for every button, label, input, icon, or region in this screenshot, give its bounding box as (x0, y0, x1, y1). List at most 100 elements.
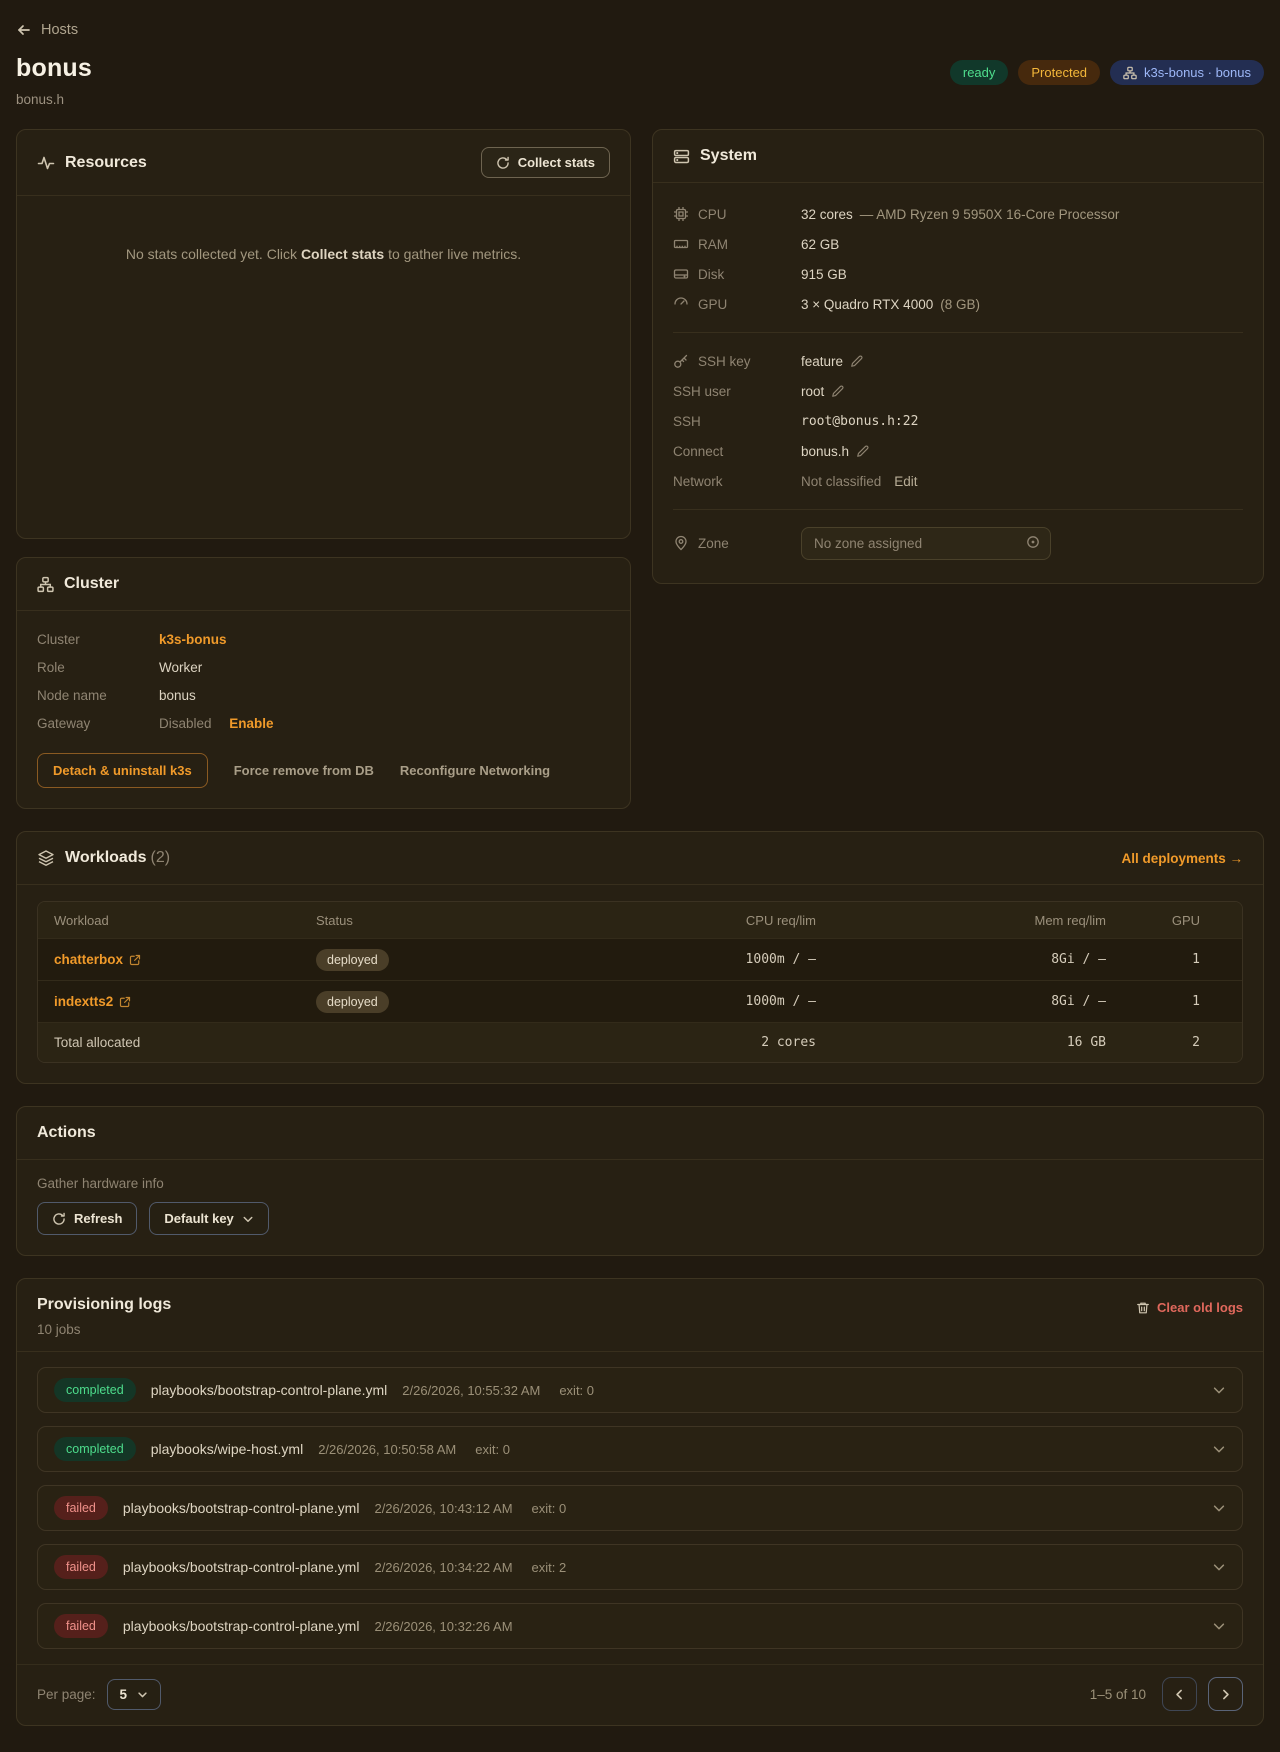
ssh-value: root@bonus.h:22 (801, 413, 919, 429)
log-entry[interactable]: failed playbooks/bootstrap-control-plane… (37, 1544, 1243, 1590)
network-label: Network (673, 473, 723, 489)
status-badges: ready Protected k3s-bonus · bonus (949, 60, 1264, 85)
page-title: bonus (16, 54, 92, 82)
layers-icon (37, 849, 55, 867)
all-deployments-link[interactable]: All deployments → (1121, 851, 1243, 866)
gateway-enable-link[interactable]: Enable (229, 716, 273, 731)
cluster-title: Cluster (64, 575, 120, 592)
refresh-icon (52, 1212, 66, 1226)
log-list: completed playbooks/bootstrap-control-pl… (37, 1367, 1243, 1649)
cluster-panel: Cluster Cluster k3s-bonus Role Worker No… (16, 557, 631, 809)
ram-value: 62 GB (801, 236, 840, 252)
workload-link[interactable]: indextts2 (54, 994, 131, 1009)
ready-badge: ready (949, 60, 1009, 85)
status-badge: deployed (316, 990, 389, 1013)
ssh-user-label: SSH user (673, 383, 731, 399)
gateway-status: Disabled (159, 715, 212, 731)
disk-label: Disk (698, 266, 725, 282)
back-to-hosts-link[interactable]: Hosts (16, 22, 78, 38)
back-label: Hosts (41, 22, 79, 38)
log-entry[interactable]: failed playbooks/bootstrap-control-plane… (37, 1485, 1243, 1531)
provisioning-logs-panel: Provisioning logs 10 jobs Clear old logs… (16, 1278, 1264, 1726)
actions-panel: Actions Gather hardware info Refresh Def… (16, 1106, 1264, 1256)
connect-label: Connect (673, 443, 724, 459)
cluster-row-label: Cluster (37, 631, 80, 647)
edit-connect-icon[interactable] (856, 444, 870, 458)
cpu-value: 32 cores (801, 206, 853, 222)
role-value: Worker (159, 659, 203, 675)
resources-panel: Resources Collect stats No stats collect… (16, 129, 631, 539)
workloads-panel: Workloads (2) All deployments → Workload … (16, 831, 1264, 1084)
cluster-badge[interactable]: k3s-bonus · bonus (1110, 60, 1264, 85)
network-edit-link[interactable]: Edit (894, 474, 917, 489)
force-remove-button[interactable]: Force remove from DB (234, 763, 374, 778)
page-header: bonus bonus.h ready Protected k3s-bonus … (16, 54, 1264, 107)
ram-label: RAM (698, 236, 728, 252)
ram-icon (673, 236, 689, 252)
per-page-label: Per page: (37, 1686, 96, 1702)
trash-icon (1136, 1301, 1150, 1315)
edit-ssh-user-icon[interactable] (831, 384, 845, 398)
table-row: indextts2 deployed 1000m / – 8Gi / – 1 (38, 980, 1242, 1022)
key-select-dropdown[interactable]: Default key (149, 1202, 269, 1235)
chevron-down-icon (1212, 1442, 1226, 1456)
chevron-down-icon (1212, 1619, 1226, 1633)
activity-icon (37, 154, 55, 172)
page-subtitle: bonus.h (16, 92, 65, 107)
log-status-badge: completed (54, 1437, 136, 1461)
cluster-name-link[interactable]: k3s-bonus (159, 632, 227, 647)
chevron-down-icon (1212, 1560, 1226, 1574)
collect-stats-button[interactable]: Collect stats (480, 147, 610, 178)
log-entry[interactable]: completed playbooks/bootstrap-control-pl… (37, 1367, 1243, 1413)
ssh-key-label: SSH key (698, 353, 751, 369)
prev-page-button[interactable] (1162, 1677, 1197, 1711)
key-icon (673, 353, 689, 369)
log-status-badge: failed (54, 1614, 108, 1638)
connect-value: bonus.h (801, 443, 850, 459)
workload-link[interactable]: chatterbox (54, 952, 141, 967)
ssh-key-value: feature (801, 353, 844, 369)
log-entry[interactable]: failed playbooks/bootstrap-control-plane… (37, 1603, 1243, 1649)
external-link-icon (119, 996, 131, 1008)
log-status-badge: failed (54, 1555, 108, 1579)
logs-title: Provisioning logs (37, 1296, 172, 1313)
pagination-range: 1–5 of 10 (1089, 1686, 1146, 1702)
workloads-table: Workload Status CPU req/lim Mem req/lim … (37, 901, 1243, 1063)
chevron-down-icon (137, 1689, 148, 1700)
gpu-detail: (8 GB) (940, 296, 980, 312)
chevron-down-icon (1212, 1501, 1226, 1515)
resources-empty-state: No stats collected yet. Click Collect st… (125, 246, 522, 262)
log-status-badge: failed (54, 1496, 108, 1520)
next-page-button[interactable] (1208, 1677, 1243, 1711)
workloads-title: Workloads (2) (65, 849, 171, 866)
actions-title: Actions (37, 1124, 96, 1141)
cpu-detail: — AMD Ryzen 9 5950X 16-Core Processor (859, 206, 1120, 222)
gpu-label: GPU (698, 296, 728, 312)
chevron-down-icon (242, 1213, 254, 1225)
zone-locate-icon[interactable] (1025, 534, 1041, 550)
system-title: System (700, 147, 757, 164)
reconfigure-networking-button[interactable]: Reconfigure Networking (400, 763, 550, 778)
per-page-select[interactable]: 5 (106, 1678, 162, 1710)
disk-icon (673, 266, 689, 282)
ssh-user-value: root (801, 383, 825, 399)
clear-old-logs-button[interactable]: Clear old logs (1136, 1300, 1243, 1315)
zone-label: Zone (698, 535, 729, 551)
log-entry[interactable]: completed playbooks/wipe-host.yml 2/26/2… (37, 1426, 1243, 1472)
refresh-button[interactable]: Refresh (37, 1202, 138, 1235)
zone-input[interactable] (801, 526, 1051, 560)
node-name-label: Node name (37, 687, 107, 703)
status-badge: deployed (316, 948, 389, 971)
external-link-icon (129, 954, 141, 966)
back-arrow-icon (16, 22, 32, 38)
cpu-label: CPU (698, 206, 727, 222)
chevron-right-icon (1219, 1688, 1232, 1701)
map-pin-icon (673, 535, 689, 551)
cluster-icon (1123, 66, 1137, 80)
detach-uninstall-button[interactable]: Detach & uninstall k3s (37, 753, 208, 788)
edit-ssh-key-icon[interactable] (850, 354, 864, 368)
table-header-row: Workload Status CPU req/lim Mem req/lim … (38, 902, 1242, 938)
network-value: Not classified (801, 473, 882, 489)
host-detail-page: Hosts bonus bonus.h ready Protected k3s-… (0, 0, 1280, 1752)
gpu-icon (673, 296, 689, 312)
